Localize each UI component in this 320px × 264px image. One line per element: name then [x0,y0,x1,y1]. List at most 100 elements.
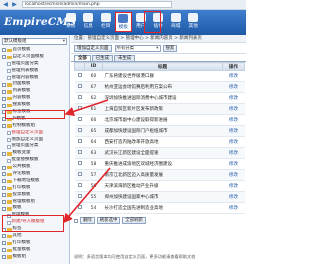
sidebar-item[interactable]: 首页模板 [0,47,69,54]
sidebar-item[interactable]: 控制模板组 [0,123,69,130]
expand-icon[interactable] [2,48,6,53]
back-icon[interactable]: ◀ [2,1,9,8]
expand-icon[interactable] [2,206,6,211]
pager-button-2[interactable]: 全部刷新 [122,217,146,224]
row-checkbox[interactable] [77,172,82,176]
expand-icon[interactable] [2,172,6,177]
tab-2[interactable]: 未生成 [113,55,136,61]
row-checkbox[interactable] [77,73,82,77]
forward-icon[interactable]: ▶ [11,1,18,8]
expand-icon[interactable] [2,248,6,253]
sidebar-item[interactable]: 公共模板 [0,164,69,171]
row-title-link[interactable]: 广东将建设世界级港口群 [102,70,223,82]
expand-icon[interactable] [2,151,6,156]
select-all-checkbox[interactable] [74,218,78,223]
row-checkbox[interactable] [77,95,82,99]
row-edit-link[interactable]: 修改 [222,81,245,93]
sidebar-item[interactable]: 管理页面分类 [0,61,69,68]
row-checkbox[interactable] [77,106,82,110]
sidebar-item[interactable]: 投票模板 [0,192,69,199]
expand-icon[interactable] [2,234,6,239]
expand-icon[interactable] [2,165,6,170]
row-edit-link[interactable]: 修改 [222,147,245,159]
sidebar-item[interactable]: 打印模板 [0,185,69,192]
expand-icon[interactable] [2,186,6,191]
template-group-select[interactable]: 默认模板组 ▾ [2,38,67,45]
row-edit-link[interactable]: 修改 [222,169,245,181]
row-edit-link[interactable]: 修改 [222,92,245,104]
row-edit-link[interactable]: 修改 [222,180,245,192]
nav-item-template[interactable]: 模板 [114,12,132,32]
sidebar-item[interactable]: 评论模板 [0,171,69,178]
sidebar-item[interactable]: 管理自定义页面 [0,130,69,137]
expand-icon[interactable] [2,82,6,87]
row-checkbox[interactable] [77,128,82,132]
row-title-link[interactable]: 西安打造内陆改革开放高地 [102,136,223,148]
sidebar-item[interactable]: 打印模板 [0,240,69,247]
sidebar-item[interactable]: 自定义页面模板 [0,54,69,61]
expand-icon[interactable] [2,200,6,205]
expand-icon[interactable] [2,103,6,108]
row-title-link[interactable]: 重庆推进成渝地区双城经济圈建设 [102,158,223,170]
nav-item-column[interactable]: 栏目 [97,12,115,32]
sidebar-item[interactable]: 下载地址模板 [0,178,69,185]
row-title-link[interactable]: 天津滨海新区推动产业升级 [102,180,223,192]
sidebar-item[interactable]: 批量模板 [0,247,69,254]
search-button[interactable]: 搜索 [162,44,178,52]
address-bar[interactable]: localhost/ecms/e/admin/main.php [22,1,172,8]
expand-icon[interactable] [2,241,6,246]
row-edit-link[interactable]: 修改 [222,202,245,214]
row-edit-link[interactable]: 修改 [222,103,245,115]
expand-icon[interactable] [2,89,6,94]
row-edit-link[interactable]: 修改 [222,70,245,82]
row-edit-link[interactable]: 修改 [222,136,245,148]
row-checkbox[interactable] [77,150,82,154]
row-checkbox[interactable] [77,183,82,187]
tab-1[interactable]: 已生成 [91,55,113,61]
row-edit-link[interactable]: 修改 [222,158,245,170]
sidebar-item[interactable]: 模板变量 [0,150,69,157]
sidebar-item[interactable]: 列表模板 [0,88,69,95]
nav-item-other[interactable]: 其他 [185,12,203,32]
row-title-link[interactable]: 南京江北新区迈入高质量发展 [102,169,223,181]
sidebar-item[interactable]: 内容模板 [0,95,69,102]
pager-button-0[interactable]: 删除 [80,217,95,224]
expand-icon[interactable] [2,55,6,60]
sidebar-item[interactable]: 管理模板组 [0,199,69,206]
row-checkbox[interactable] [77,139,82,143]
row-title-link[interactable]: 长沙打造全国先进制造业高地 [102,202,223,214]
row-title-link[interactable]: 北京城市副中心建设取得新进展 [102,114,223,126]
row-title-link[interactable]: 成都加快建设国际门户枢纽城市 [102,125,223,137]
sidebar-item[interactable]: 批量替换模板 [0,157,69,164]
sidebar-item[interactable]: 模板组 [0,254,69,261]
row-title-link[interactable]: 上海自贸区新片区发布新政策 [102,103,223,115]
sidebar-item[interactable]: 其他 [0,233,69,240]
row-title-link[interactable]: 武汉长江新区建设全面提速 [102,147,223,159]
row-checkbox[interactable] [77,161,82,165]
row-edit-link[interactable]: 修改 [222,125,245,137]
row-edit-link[interactable]: 修改 [222,191,245,203]
row-checkbox[interactable] [77,117,82,121]
expand-icon[interactable] [2,193,6,198]
row-title-link[interactable]: 郑州加快建设国家中心城市 [102,191,223,203]
row-checkbox[interactable] [77,84,82,88]
nav-item-system[interactable]: 系统 [62,12,80,32]
sidebar-item[interactable]: 模板 [0,205,69,212]
sidebar-item[interactable]: 封面模板 [0,81,69,88]
expand-icon[interactable] [2,179,6,184]
add-page-button[interactable]: 增加自定义页面 [74,44,112,52]
expand-icon[interactable] [2,124,6,129]
row-title-link[interactable]: 深圳加快推进国际消费中心城市建设 [102,92,223,104]
category-select[interactable]: 所有分类 ▾ [114,44,161,52]
sidebar-item[interactable]: 搜索模板 [0,102,69,109]
pager-button-1[interactable]: 刷新选中 [96,217,121,224]
sidebar-item[interactable]: 管理页面分类 [0,143,69,150]
tab-0[interactable]: 全部 [74,55,91,61]
nav-item-shop[interactable]: 商城 [167,12,185,32]
expand-icon[interactable] [2,96,6,101]
row-checkbox[interactable] [77,205,82,209]
sidebar-item[interactable]: 管理列表模板 [0,68,69,75]
nav-item-info[interactable]: 信息 [80,12,98,32]
row-edit-link[interactable]: 修改 [222,114,245,126]
row-checkbox[interactable] [77,194,82,198]
